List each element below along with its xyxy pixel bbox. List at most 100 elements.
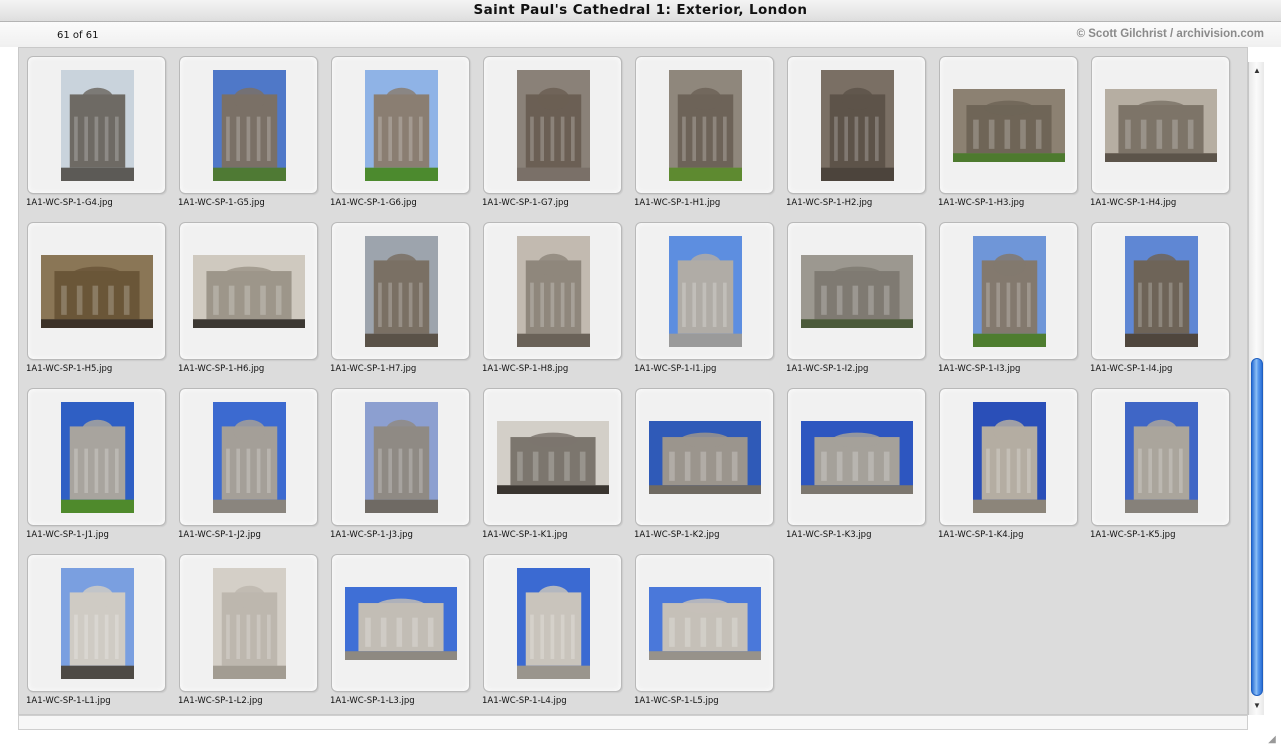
thumbnail-filename: 1A1-WC-SP-1-I1.jpg [634,364,717,374]
thumbnail-frame[interactable] [939,222,1078,360]
thumbnail-frame[interactable] [331,56,470,194]
thumbnail-image[interactable] [61,568,134,679]
thumbnail-frame[interactable] [787,56,926,194]
thumbnail-frame[interactable] [483,554,622,692]
thumbnail-image[interactable] [365,402,438,513]
thumbnail-frame[interactable] [939,388,1078,526]
thumbnail-frame[interactable] [635,56,774,194]
thumbnail-image[interactable] [517,236,590,347]
thumbnail-frame[interactable] [331,222,470,360]
thumbnail-item[interactable]: 1A1-WC-SP-1-I3.jpg [931,214,1078,374]
thumbnail-image[interactable] [649,587,761,660]
thumbnail-item[interactable]: 1A1-WC-SP-1-G5.jpg [171,48,318,208]
thumbnail-image[interactable] [365,236,438,347]
thumbnail-item[interactable]: 1A1-WC-SP-1-K4.jpg [931,380,1078,540]
thumbnail-image[interactable] [649,421,761,494]
thumbnail-frame[interactable] [483,388,622,526]
vertical-scrollbar[interactable]: ▲ ▼ [1248,62,1264,715]
scrollbar-thumb[interactable] [1251,358,1263,696]
thumbnail-image[interactable] [801,421,913,494]
thumbnail-image[interactable] [1125,236,1198,347]
thumbnail-item[interactable]: 1A1-WC-SP-1-J2.jpg [171,380,318,540]
thumbnail-item[interactable]: 1A1-WC-SP-1-I2.jpg [779,214,926,374]
thumbnail-frame[interactable] [483,56,622,194]
thumbnail-image[interactable] [517,70,590,181]
thumbnail-image[interactable] [41,255,153,328]
thumbnail-image[interactable] [821,70,894,181]
thumbnail-frame[interactable] [787,222,926,360]
thumbnail-image[interactable] [669,70,742,181]
thumbnail-item[interactable]: 1A1-WC-SP-1-L5.jpg [627,546,774,706]
thumbnail-item[interactable]: 1A1-WC-SP-1-L1.jpg [19,546,166,706]
thumbnail-frame[interactable] [331,554,470,692]
thumbnail-frame[interactable] [1091,56,1230,194]
thumbnail-item[interactable]: 1A1-WC-SP-1-H2.jpg [779,48,926,208]
scroll-down-arrow-icon[interactable]: ▼ [1249,699,1265,713]
thumbnail-item[interactable]: 1A1-WC-SP-1-H6.jpg [171,214,318,374]
thumbnail-item[interactable]: 1A1-WC-SP-1-K2.jpg [627,380,774,540]
thumbnail-item[interactable]: 1A1-WC-SP-1-H8.jpg [475,214,622,374]
thumbnail-item[interactable]: 1A1-WC-SP-1-K3.jpg [779,380,926,540]
thumbnail-item[interactable]: 1A1-WC-SP-1-G6.jpg [323,48,470,208]
thumbnail-frame[interactable] [179,388,318,526]
thumbnail-item[interactable]: 1A1-WC-SP-1-H3.jpg [931,48,1078,208]
thumbnail-item[interactable]: 1A1-WC-SP-1-K1.jpg [475,380,622,540]
thumbnail-image[interactable] [213,70,286,181]
thumbnail-filename: 1A1-WC-SP-1-G4.jpg [26,198,113,208]
thumbnail-item[interactable]: 1A1-WC-SP-1-G4.jpg [19,48,166,208]
thumbnail-frame[interactable] [179,56,318,194]
thumbnail-filename: 1A1-WC-SP-1-L3.jpg [330,696,415,706]
thumbnail-frame[interactable] [635,388,774,526]
thumbnail-item[interactable]: 1A1-WC-SP-1-I4.jpg [1083,214,1230,374]
thumbnail-frame[interactable] [179,554,318,692]
thumbnail-item[interactable]: 1A1-WC-SP-1-H5.jpg [19,214,166,374]
thumbnail-image[interactable] [1105,89,1217,162]
thumbnail-image[interactable] [497,421,609,494]
thumbnail-frame[interactable] [179,222,318,360]
thumbnail-frame[interactable] [1091,388,1230,526]
thumbnail-frame[interactable] [27,554,166,692]
thumbnail-item[interactable]: 1A1-WC-SP-1-H1.jpg [627,48,774,208]
thumbnail-frame[interactable] [939,56,1078,194]
thumbnail-frame[interactable] [27,388,166,526]
thumbnail-item[interactable]: 1A1-WC-SP-1-J3.jpg [323,380,470,540]
thumbnail-frame[interactable] [635,554,774,692]
thumbnail-image[interactable] [801,255,913,328]
thumbnail-frame[interactable] [787,388,926,526]
thumbnail-image[interactable] [213,568,286,679]
thumbnail-frame[interactable] [635,222,774,360]
thumbnail-filename: 1A1-WC-SP-1-I3.jpg [938,364,1021,374]
thumbnail-frame[interactable] [1091,222,1230,360]
resize-grip-icon[interactable]: ◢ [1265,733,1279,747]
thumbnail-item[interactable]: 1A1-WC-SP-1-K5.jpg [1083,380,1230,540]
thumbnail-item[interactable]: 1A1-WC-SP-1-G7.jpg [475,48,622,208]
thumbnail-image[interactable] [213,402,286,513]
thumbnail-image[interactable] [193,255,305,328]
scroll-up-arrow-icon[interactable]: ▲ [1249,64,1265,78]
thumbnail-image[interactable] [61,402,134,513]
info-bar: 61 of 61 © Scott Gilchrist / archivision… [0,22,1281,47]
title-bar[interactable]: Saint Paul's Cathedral 1: Exterior, Lond… [0,0,1281,22]
thumbnail-image[interactable] [61,70,134,181]
thumbnail-image[interactable] [365,70,438,181]
thumbnail-frame[interactable] [483,222,622,360]
horizontal-scrollbar[interactable] [18,715,1248,730]
thumbnail-item[interactable]: 1A1-WC-SP-1-L2.jpg [171,546,318,706]
thumbnail-item[interactable]: 1A1-WC-SP-1-L4.jpg [475,546,622,706]
thumbnail-item[interactable]: 1A1-WC-SP-1-H4.jpg [1083,48,1230,208]
thumbnail-image[interactable] [345,587,457,660]
thumbnail-image[interactable] [973,236,1046,347]
thumbnail-image[interactable] [1125,402,1198,513]
thumbnail-item[interactable]: 1A1-WC-SP-1-I1.jpg [627,214,774,374]
thumbnail-item[interactable]: 1A1-WC-SP-1-J1.jpg [19,380,166,540]
thumbnail-item[interactable]: 1A1-WC-SP-1-H7.jpg [323,214,470,374]
thumbnail-frame[interactable] [27,56,166,194]
thumbnail-image[interactable] [973,402,1046,513]
thumbnail-frame[interactable] [331,388,470,526]
thumbnail-image[interactable] [669,236,742,347]
thumbnail-item[interactable]: 1A1-WC-SP-1-L3.jpg [323,546,470,706]
thumbnail-image[interactable] [517,568,590,679]
thumbnail-image[interactable] [953,89,1065,162]
thumbnail-frame[interactable] [27,222,166,360]
thumbnail-filename: 1A1-WC-SP-1-I4.jpg [1090,364,1173,374]
